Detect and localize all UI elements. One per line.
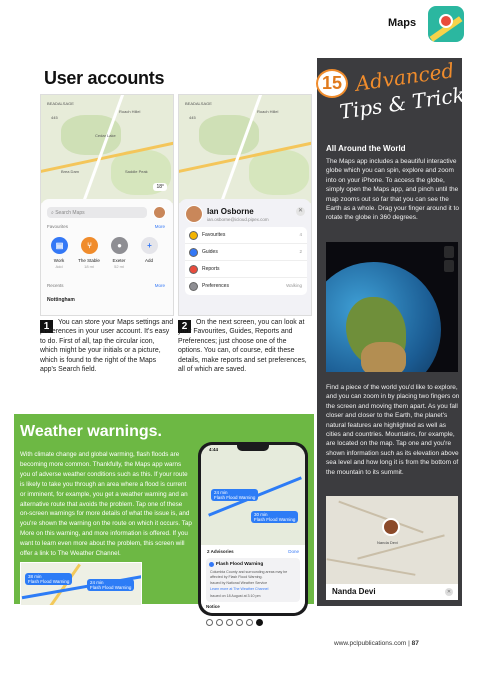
fav-name: Add (144, 258, 153, 263)
recent-item[interactable]: Nottingham (47, 297, 75, 303)
mountain-map-label: Nanda Devi (377, 540, 398, 545)
warning-text: Columbia County and surrounding areas ma… (210, 570, 288, 579)
map-label: 445 (51, 115, 58, 120)
option-favourites[interactable]: Favourites 4 (185, 227, 307, 244)
map-label: Roach Hillel (119, 109, 141, 114)
tips-subheading: All Around the World (326, 144, 406, 153)
place-card: Nanda Devi ✕ (326, 584, 458, 600)
screenshot-maps-search: BEADALSAGE 445 Roach Hillel Cedar Lake B… (40, 94, 174, 316)
route-time-pill: 24 min Flash Flood Warning (211, 489, 259, 501)
preferences-icon (189, 282, 198, 291)
pin-icon[interactable]: ● (111, 237, 128, 254)
page-footer: www.pclpublications.com | 87 (334, 640, 419, 647)
close-icon: ✕ (445, 588, 453, 596)
warning-text: Issued by National Weather Service (210, 581, 268, 585)
guides-icon (189, 248, 198, 257)
weather-title: Weather warnings. (20, 423, 162, 440)
globe-screenshot (326, 242, 458, 372)
advisories-title: 2 Advisories (207, 549, 234, 554)
advisories-sheet: 2 Advisories Done Flash Flood Warning Co… (201, 545, 305, 613)
tips-paragraph-2: Find a piece of the world you'd like to … (326, 384, 460, 476)
page-heading: User accounts (44, 68, 165, 88)
map-label: Brea Dam (61, 169, 80, 174)
map-label: Saddle Peak (125, 169, 148, 174)
route-time-pill: 24 min Flash Flood Warning (87, 579, 135, 591)
fav-name: The Stable (78, 258, 100, 263)
weather-body: With climate change and global warming, … (20, 451, 192, 558)
screenshot-account-sheet: BEADALSAGE 445 Roach Hillel Ian Osborne … (178, 94, 312, 316)
map-view: BEADALSAGE 445 Roach Hillel Cedar Lake B… (41, 95, 173, 212)
map-label: 445 (189, 115, 196, 120)
warning-icon (209, 562, 214, 567)
map-label: BEADALSAGE (185, 101, 212, 106)
place-card-title: Nanda Devi (332, 587, 376, 596)
fav-sub: 52 mi (114, 264, 124, 269)
weather-temp: 18° (153, 183, 167, 191)
account-options-list: Favourites 4 Guides 2 Reports Preference… (185, 227, 307, 295)
star-icon (189, 231, 198, 240)
route-map-screenshot: 38 min Flash Flood Warning 24 min Flash Fl… (20, 562, 142, 606)
favourites-label: Favourites (47, 224, 69, 229)
maps-app-icon (428, 6, 464, 42)
avatar[interactable] (153, 206, 166, 219)
warning-text: Issued on 18 August at 3:10 pm (210, 594, 261, 598)
done-button[interactable]: Done (288, 549, 299, 554)
route-time-pill: 38 min Flash Flood Warning (25, 573, 73, 585)
notice-label: Notice (206, 604, 220, 609)
map-label: Roach Hillel (257, 109, 279, 114)
fav-name: Work (53, 258, 65, 263)
tips-paragraph-1: The Maps app includes a beautiful intera… (326, 158, 459, 222)
favourites-more-link[interactable]: More (155, 224, 165, 229)
fav-sub: 18 mi (84, 264, 94, 269)
fork-knife-icon[interactable]: ⑂ (81, 237, 98, 254)
close-icon[interactable]: ✕ (296, 207, 305, 216)
option-preferences[interactable]: Preferences Walking (185, 278, 307, 295)
step-2-caption: On the next screen, you can look at your… (178, 319, 307, 374)
plus-icon[interactable]: + (141, 237, 158, 254)
mountain-pin-icon (382, 518, 400, 536)
iphone-screenshot: 24 min Flash Flood Warning 30 min Flash Fl… (198, 442, 308, 616)
profile-email: ian.osborne@icloud.pipex.com (207, 217, 269, 222)
briefcase-icon[interactable]: ▤ (51, 237, 68, 254)
tip-number-badge: 15 (316, 69, 348, 98)
mountain-screenshot: Nanda Devi Nanda Devi ✕ (326, 496, 458, 600)
profile-name: Ian Osborne (207, 207, 254, 216)
option-reports[interactable]: Reports (185, 261, 307, 278)
avatar (185, 205, 203, 223)
map-view: 24 min Flash Flood Warning 30 min Flash Fl… (201, 445, 305, 545)
map-view: BEADALSAGE 445 Roach Hillel (179, 95, 311, 212)
report-icon (189, 265, 198, 274)
search-input[interactable]: ⌕ Search Maps (47, 207, 147, 218)
warning-title: Flash Flood Warning (216, 562, 264, 567)
step-1-caption: You can store your Maps settings and pre… (40, 319, 174, 374)
weather-channel-link[interactable]: Learn more at The Weather Channel (210, 587, 298, 592)
status-time: 4:44 (209, 447, 219, 452)
page-dots (206, 619, 263, 626)
warning-card[interactable]: Flash Flood Warning Columbia County and … (206, 558, 300, 602)
fav-sub: Add (55, 264, 63, 269)
recents-label: Recents (47, 283, 64, 288)
fav-name: Exeter (112, 258, 126, 263)
map-label: BEADALSAGE (47, 101, 74, 106)
route-time-pill: 30 min Flash Flood Warning (251, 511, 299, 523)
section-title: Maps (388, 17, 417, 29)
recents-more-link[interactable]: More (155, 283, 165, 288)
option-guides[interactable]: Guides 2 (185, 244, 307, 261)
location-button (444, 260, 454, 272)
map-mode-button (444, 246, 454, 258)
map-label: Cedar Lake (95, 133, 116, 138)
